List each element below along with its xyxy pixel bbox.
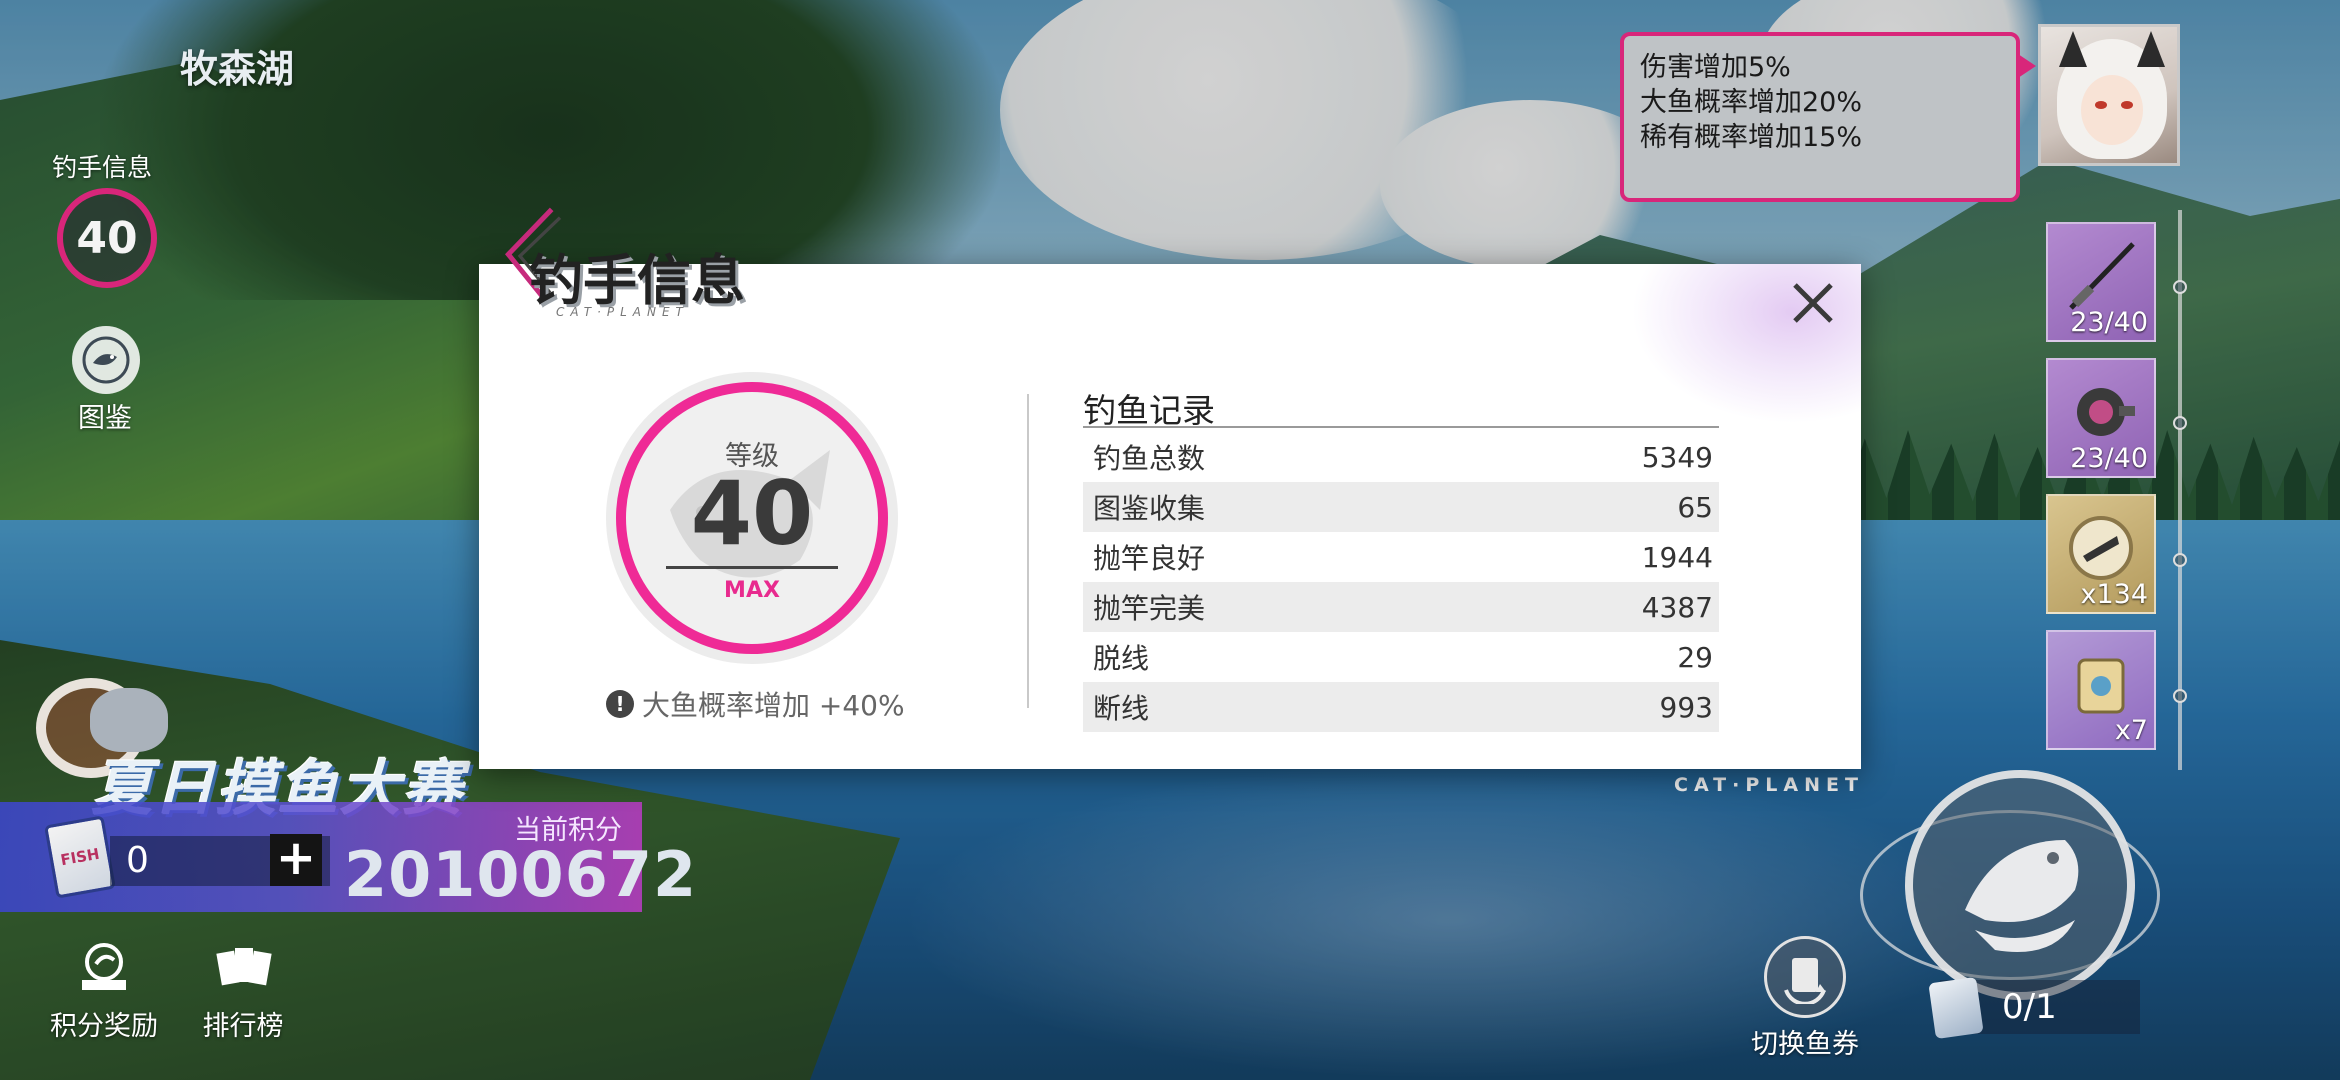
ranking-label: 排行榜 [202,1011,284,1042]
equipment-slot-bait[interactable]: x7 [2046,630,2156,750]
angler-level-button[interactable]: 40 [57,188,157,288]
fishing-rod-icon [2069,242,2135,310]
fish-cast-icon [1965,840,2079,952]
points-reward-button[interactable]: 积分奖励 [44,940,164,1043]
equipment-count: 23/40 [2070,307,2148,338]
buff-line: 大鱼概率增加20% [1640,87,1863,118]
equipment-count: x134 [2080,579,2148,610]
switch-ticket-button[interactable]: 切换鱼券 [1745,936,1865,1061]
record-row: 钓鱼总数 5349 [1083,432,1719,482]
reward-icon [82,943,126,990]
close-button[interactable] [1786,276,1840,330]
equipment-slot-lure[interactable]: x134 [2046,494,2156,614]
level-divider [666,566,838,569]
switch-ticket-label: 切换鱼券 [1751,1029,1859,1060]
rail-dot [2173,416,2187,430]
level-max-tag: MAX [724,578,780,603]
record-label: 抛竿良好 [1093,542,1206,575]
cast-button[interactable] [1905,770,2135,1000]
points-value: 20100672 [344,838,698,911]
switch-ticket-icon [1784,958,1826,1004]
level-number: 40 [690,462,814,565]
level-bonus-text: 大鱼概率增加 +40% [642,689,905,722]
record-value: 1944 [1641,540,1713,574]
records-table: 钓鱼总数 5349 图鉴收集 65 抛竿良好 1944 抛竿完美 4387 脱线… [1083,432,1719,732]
record-row: 抛竿完美 4387 [1083,582,1719,632]
record-row: 图鉴收集 65 [1083,482,1719,532]
equipment-count: x7 [2114,715,2148,746]
equipment-slot-reel[interactable]: 23/40 [2046,358,2156,478]
codex-button[interactable] [72,326,140,394]
brand-watermark: CAT·PLANET [1674,774,1864,796]
records-underline [1083,426,1719,428]
location-name: 牧森湖 [180,47,295,91]
rail-dot [2173,689,2187,703]
character-portrait[interactable] [2038,24,2180,166]
angler-info-label: 钓手信息 [52,153,153,182]
bait-bag-icon [2077,658,2125,714]
equipment-slot-rod[interactable]: 23/40 [2046,222,2156,342]
record-label: 图鉴收集 [1093,492,1206,525]
record-label: 抛竿完美 [1093,592,1206,625]
add-ticket-button[interactable]: + [270,834,322,886]
record-label: 脱线 [1093,642,1150,675]
record-value: 993 [1659,690,1713,724]
lure-icon [2069,516,2133,581]
dialog-brand: CAT·PLANET [556,305,689,319]
ranking-button[interactable]: 排行榜 [183,940,303,1043]
fish-ticket-icon: FISH [44,815,116,899]
close-icon [1793,283,1833,323]
record-row: 抛竿良好 1944 [1083,532,1719,582]
level-bonus: ! 大鱼概率增加 +40% [606,684,926,724]
buff-line: 伤害增加5% [1640,52,1791,83]
reel-icon [2077,388,2135,437]
record-value: 4387 [1641,590,1713,624]
record-label: 钓鱼总数 [1093,442,1206,475]
record-row: 脱线 29 [1083,632,1719,682]
rail-dot [2173,553,2187,567]
buff-line: 稀有概率增加15% [1640,122,1863,153]
record-value: 29 [1677,640,1713,674]
rail-dot [2173,280,2187,294]
points-reward-label: 积分奖励 [50,1011,158,1042]
ranking-cards-icon [216,948,272,986]
dialog-title: 钓手信息 [529,249,745,312]
buff-panel: 伤害增加5% 大鱼概率增加20% 稀有概率增加15% [1620,32,2036,202]
info-icon: ! [606,690,634,718]
codex-label: 图鉴 [78,403,132,434]
fish-codex-icon [82,336,130,384]
record-row: 断线 993 [1083,682,1719,732]
equipment-count: 23/40 [2070,443,2148,474]
dialog-divider [1027,394,1029,708]
record-label: 断线 [1093,692,1150,725]
ticket-icon [1928,976,1984,1040]
record-value: 5349 [1641,440,1713,474]
records-title: 钓鱼记录 [1083,391,1215,430]
record-value: 65 [1677,490,1713,524]
equipment-rail [2178,210,2182,770]
